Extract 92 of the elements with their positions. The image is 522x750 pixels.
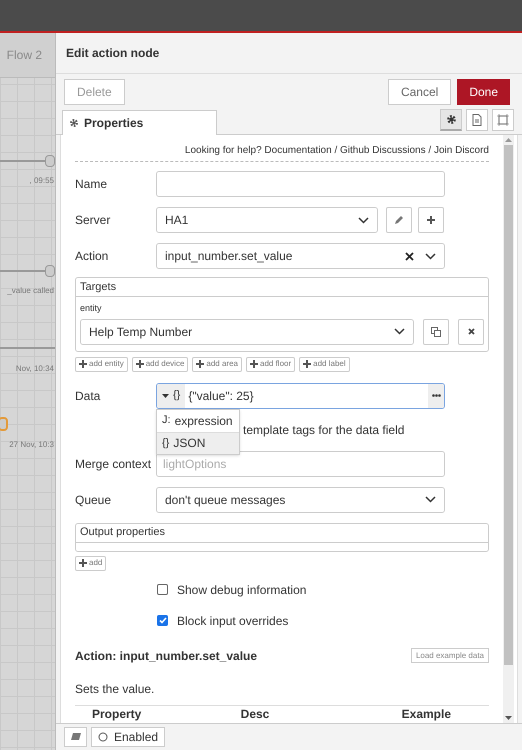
expand-button[interactable] (428, 384, 444, 408)
server-select[interactable]: HA1 (156, 207, 378, 233)
remove-button[interactable] (458, 318, 484, 344)
tab[interactable]: Properties (62, 110, 217, 135)
action-select[interactable]: input_number.set_value (156, 243, 445, 269)
sidebar-tab[interactable] (466, 109, 488, 131)
entity-select[interactable]: Help Temp Number (80, 318, 414, 344)
wire (0, 347, 55, 349)
add-target-button[interactable]: add floor (246, 356, 296, 372)
type-select[interactable]: {} (157, 384, 186, 408)
wire (0, 270, 48, 272)
plus-icon (136, 360, 144, 368)
add-target-button[interactable]: add entity (75, 356, 128, 372)
plus-icon (79, 559, 87, 567)
add-button[interactable] (418, 207, 444, 233)
check-icon (158, 617, 166, 624)
caret-icon (162, 394, 169, 398)
toggle-circle-icon (98, 732, 108, 742)
help-link[interactable]: Github Discussions (340, 145, 426, 156)
plus-icon (79, 360, 87, 368)
plus-icon (427, 216, 435, 224)
panel-title: Targets (76, 278, 488, 297)
help-link[interactable]: Documentation (264, 145, 332, 156)
column-header: Example (400, 706, 452, 723)
checkbox-label: Show debug information (177, 582, 306, 598)
chevron-down-icon (358, 216, 369, 224)
tray-title: Edit action node (56, 33, 522, 74)
menu-item[interactable]: {} JSON (157, 432, 239, 454)
menu-item-label: expression (174, 412, 233, 430)
sidebar-tab[interactable] (492, 109, 514, 131)
plus-icon (303, 360, 312, 368)
checkbox[interactable] (157, 584, 168, 595)
checkbox-label: Block input overrides (177, 612, 288, 630)
scroll-down-icon[interactable] (505, 716, 512, 720)
data-field[interactable]: {} {"value": 25} (156, 382, 445, 408)
pencil-icon (394, 215, 404, 225)
add-target-button[interactable]: add device (132, 356, 188, 372)
frame-icon (497, 114, 509, 126)
column-header: Property (91, 706, 142, 723)
template-hint: template tags for the data field (243, 422, 404, 438)
close-icon (468, 328, 474, 335)
field-sublabel: entity (80, 302, 103, 315)
node-status-text: , 09:55 (30, 175, 54, 187)
add-target-button[interactable]: add label (299, 356, 350, 372)
gear-icon (69, 118, 79, 128)
node-status-text: _value called (7, 285, 54, 297)
clear-icon[interactable] (405, 252, 414, 260)
field-label: Action (75, 248, 110, 265)
cancel-button[interactable]: Cancel (388, 78, 452, 104)
panel-title: Output properties (76, 524, 488, 542)
queue-select[interactable]: don't queue messages (156, 486, 445, 512)
more-icon (432, 394, 440, 397)
add-output-button[interactable]: add (75, 556, 106, 570)
scroll-thumb[interactable] (504, 145, 513, 665)
gear-icon (446, 114, 456, 125)
docs-description: Sets the value. (75, 680, 156, 698)
field-label: Name (75, 176, 108, 193)
chevron-down-icon (394, 328, 405, 335)
chevron-down-icon (425, 496, 436, 503)
sidebar-tab[interactable] (440, 109, 462, 131)
type-glyph: {} (162, 436, 170, 451)
copy-button[interactable] (423, 318, 449, 344)
edit-button[interactable] (386, 207, 412, 233)
docs-heading: Action: input_number.set_value (75, 648, 258, 664)
checkbox[interactable] (157, 615, 168, 626)
help-line: Looking for help? Documentation / Github Discussions / Join Discord (75, 143, 489, 162)
node-status-text: 27 Nov, 10:3 (9, 439, 54, 451)
enabled-toggle[interactable]: Enabled (91, 727, 166, 747)
book-button[interactable] (64, 727, 87, 747)
field-label: Server (75, 212, 112, 229)
field-label: Queue (75, 492, 112, 508)
menu-item[interactable]: J: expression (157, 410, 239, 432)
done-button[interactable]: Done (457, 78, 510, 104)
wire (0, 160, 48, 162)
copy-icon (431, 326, 441, 336)
plus-icon (196, 360, 204, 368)
action-value: input_number.set_value (165, 248, 294, 265)
merge-context-field[interactable]: lightOptions (156, 450, 445, 476)
menu-item-label: JSON (173, 435, 206, 452)
column-header: Desc (240, 706, 270, 723)
plus-icon (250, 360, 258, 368)
document-icon (472, 114, 482, 126)
node-status-text: Nov, 10:34 (16, 363, 54, 375)
type-glyph: J: (162, 413, 171, 428)
help-link[interactable]: Join Discord (434, 145, 489, 156)
name-field[interactable] (156, 171, 445, 197)
add-target-button[interactable]: add area (192, 356, 242, 372)
chevron-down-icon (425, 252, 436, 260)
field-label: Merge context (75, 456, 152, 472)
load-example-button[interactable]: Load example data (410, 648, 489, 663)
data-value: {"value": 25} (188, 388, 255, 404)
field-label: Data (75, 388, 102, 404)
